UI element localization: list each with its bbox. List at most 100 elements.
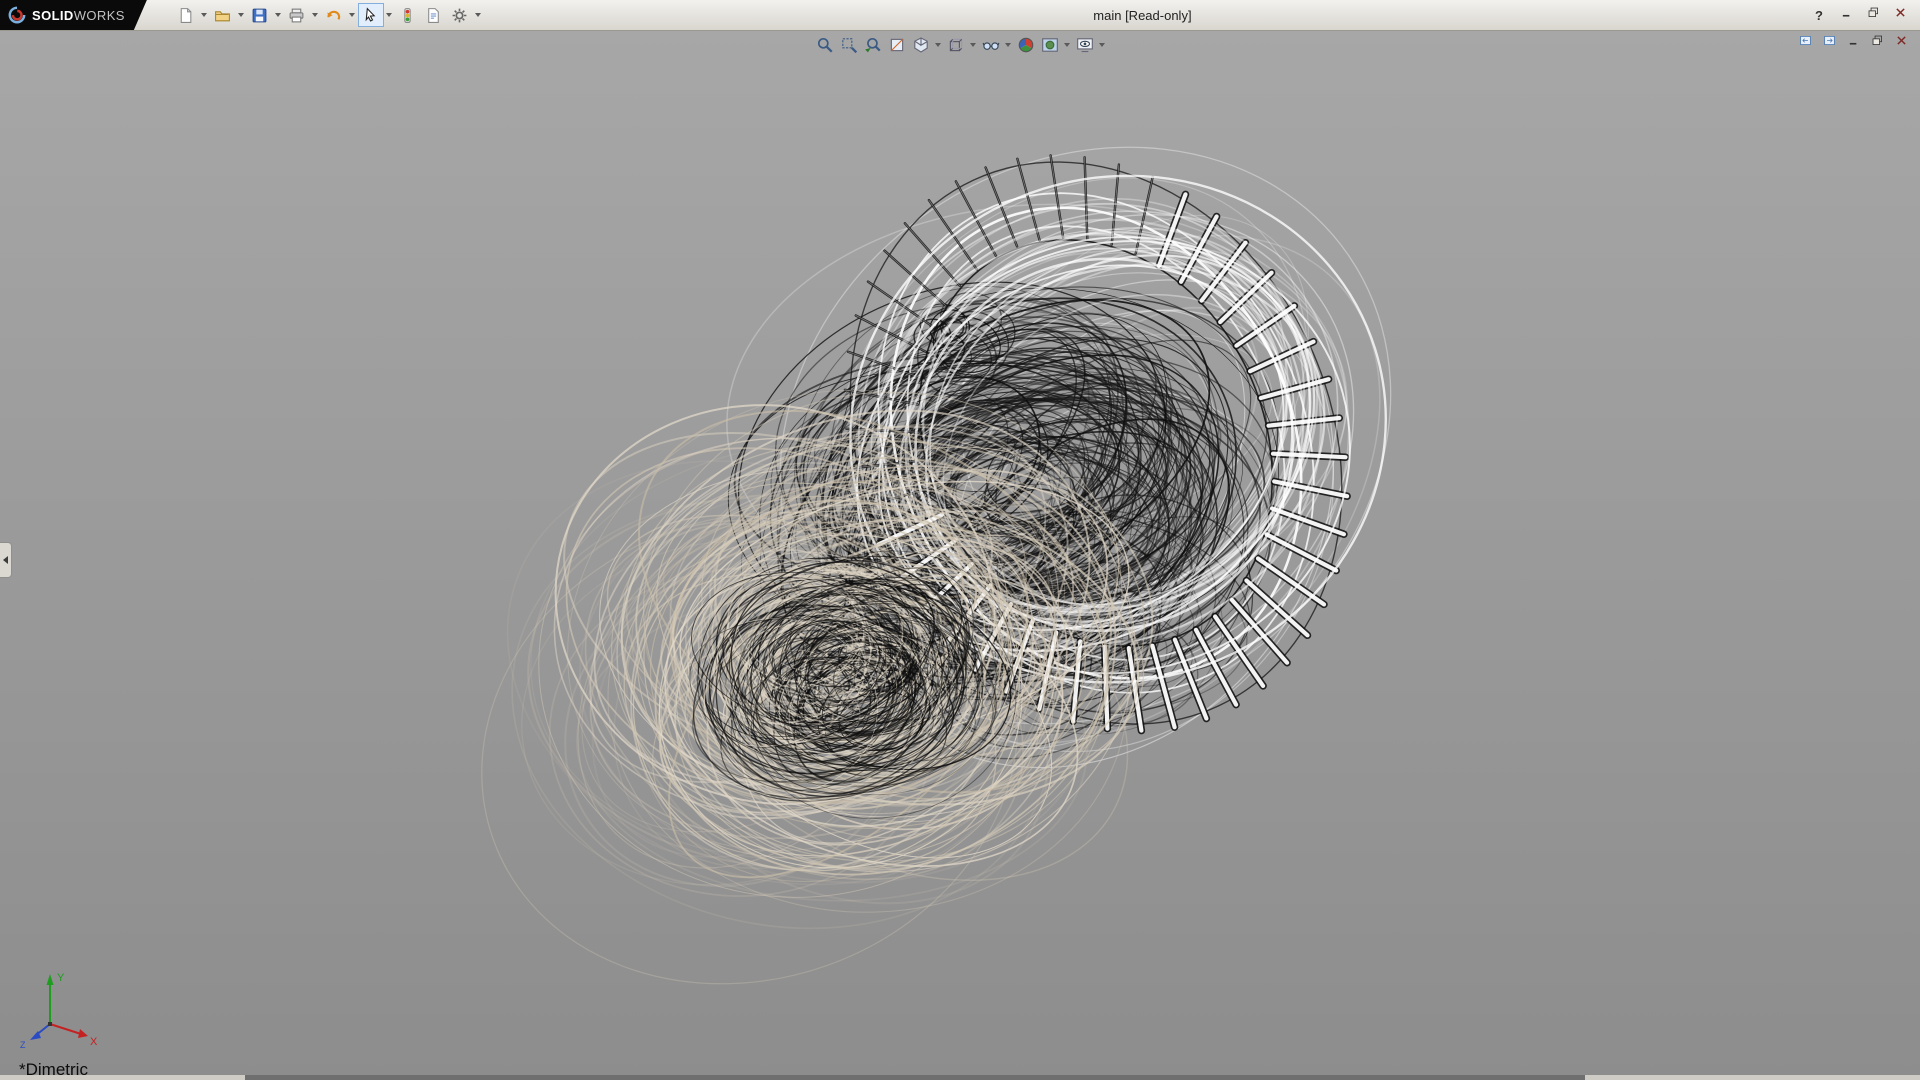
status-bar [0, 1075, 1920, 1080]
zoom-area-icon [840, 36, 858, 54]
scene-icon [1041, 36, 1059, 54]
title-bar: SOLIDWORKS main [Read-only] ? [0, 0, 1920, 31]
heads-up-view-toolbar [813, 33, 1108, 57]
win-restore-icon [1867, 6, 1880, 24]
docwindow-tab-left-button[interactable] [1797, 35, 1814, 50]
toolbar-print-button[interactable] [284, 3, 310, 27]
rebuild-icon [399, 7, 416, 24]
glasses-icon [982, 36, 1000, 54]
toolbar-options-dropdown[interactable] [473, 4, 484, 26]
win-min-icon [1840, 6, 1853, 24]
headsup-view-settings-dropdown[interactable] [1097, 34, 1108, 56]
toolbar-open-button[interactable] [210, 3, 236, 27]
docwindow-minimize-button[interactable] [1845, 35, 1862, 50]
chevron-down-icon [1064, 43, 1070, 47]
wireframe-model [0, 30, 1920, 1080]
chevron-down-icon [1005, 43, 1011, 47]
zoom-fit-icon [816, 36, 834, 54]
chevron-down-icon [312, 13, 318, 17]
appearance-ball-icon [1017, 36, 1035, 54]
headsup-view-orientation-button[interactable] [909, 33, 933, 57]
toolbar-undo-dropdown[interactable] [347, 4, 358, 26]
toolbar-save-button[interactable] [247, 3, 273, 27]
cursor-icon [362, 7, 379, 24]
toolbar-save-dropdown[interactable] [273, 4, 284, 26]
status-bar-segment [245, 1075, 1585, 1080]
solidworks-brand: SOLIDWORKS [0, 0, 147, 30]
toolbar-file-properties-button[interactable] [421, 3, 447, 27]
headsup-apply-scene-button[interactable] [1038, 33, 1062, 57]
triad-x-arrow-icon [78, 1029, 88, 1038]
headsup-edit-appearance-button[interactable] [1014, 33, 1038, 57]
document-window-controls [1797, 35, 1910, 50]
docwindow-restore-button[interactable] [1869, 35, 1886, 50]
section-icon [888, 36, 906, 54]
file-props-icon [425, 7, 442, 24]
toolbar-rebuild-button[interactable] [395, 3, 421, 27]
graphics-viewport[interactable]: Y X Z *Dimetric [0, 30, 1920, 1080]
triad-y-label: Y [57, 972, 65, 984]
toolbar-select-dropdown[interactable] [384, 4, 395, 26]
headsup-view-settings-button[interactable] [1073, 33, 1097, 57]
toolbar-options-button[interactable] [447, 3, 473, 27]
view-cube-icon [912, 36, 930, 54]
chevron-down-icon [201, 13, 207, 17]
headsup-apply-scene-dropdown[interactable] [1062, 34, 1073, 56]
help-icon: ? [1815, 9, 1823, 22]
titlebar-help-button[interactable]: ? [1809, 6, 1829, 24]
toolbar-new-dropdown[interactable] [199, 4, 210, 26]
window-controls: ? [1809, 6, 1910, 24]
toolbar-new-button[interactable] [173, 3, 199, 27]
brand-name: SOLIDWORKS [32, 8, 125, 23]
win-min-icon [1847, 34, 1860, 52]
headsup-section-view-button[interactable] [885, 33, 909, 57]
dassault-3ds-logo-icon [8, 6, 26, 24]
titlebar-restore-button[interactable] [1863, 6, 1883, 24]
featuremanager-flyout-tab[interactable] [0, 542, 12, 578]
win-close-icon [1895, 34, 1908, 52]
chevron-down-icon [275, 13, 281, 17]
headsup-hide-show-items-button[interactable] [979, 33, 1003, 57]
triad-z-label: Z [20, 1040, 26, 1050]
prev-view-icon [864, 36, 882, 54]
save-icon [251, 7, 268, 24]
headsup-zoom-to-fit-button[interactable] [813, 33, 837, 57]
triad-x-axis [50, 1024, 81, 1034]
chevron-down-icon [935, 43, 941, 47]
window-title: main [Read-only] [484, 8, 1801, 23]
titlebar-minimize-button[interactable] [1836, 6, 1856, 24]
brand-name-bold: SOLID [32, 8, 74, 23]
headsup-display-style-button[interactable] [944, 33, 968, 57]
document-toolbar-row [0, 33, 1920, 57]
titlebar-close-button[interactable] [1890, 6, 1910, 24]
folder-open-icon [214, 7, 231, 24]
chevron-down-icon [386, 13, 392, 17]
docwindow-tab-right-button[interactable] [1821, 35, 1838, 50]
brand-name-light: WORKS [74, 8, 125, 23]
toolbar-print-dropdown[interactable] [310, 4, 321, 26]
chevron-down-icon [1099, 43, 1105, 47]
headsup-view-orientation-dropdown[interactable] [933, 34, 944, 56]
chevron-down-icon [970, 43, 976, 47]
headsup-display-style-dropdown[interactable] [968, 34, 979, 56]
main-toolbar [173, 3, 484, 27]
chevron-down-icon [238, 13, 244, 17]
win-restore-icon [1871, 34, 1884, 52]
triad-x-label: X [90, 1036, 98, 1048]
toolbar-open-dropdown[interactable] [236, 4, 247, 26]
orientation-triad: Y X Z [18, 968, 110, 1050]
view-settings-icon [1076, 36, 1094, 54]
headsup-zoom-to-area-button[interactable] [837, 33, 861, 57]
display-style-icon [947, 36, 965, 54]
chevron-down-icon [475, 13, 481, 17]
win-right-icon [1823, 34, 1836, 52]
headsup-previous-view-button[interactable] [861, 33, 885, 57]
options-icon [451, 7, 468, 24]
print-icon [288, 7, 305, 24]
win-left-icon [1799, 34, 1812, 52]
docwindow-close-button[interactable] [1893, 35, 1910, 50]
toolbar-select-button[interactable] [358, 3, 384, 27]
chevron-down-icon [349, 13, 355, 17]
toolbar-undo-button[interactable] [321, 3, 347, 27]
headsup-hide-show-items-dropdown[interactable] [1003, 34, 1014, 56]
